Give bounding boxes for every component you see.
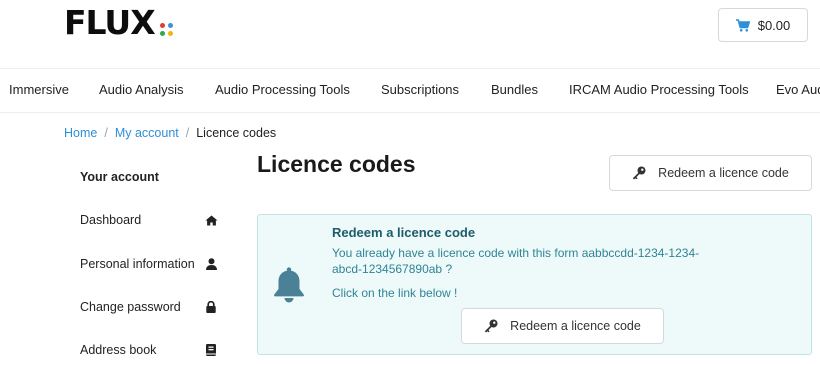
address-book-icon (204, 343, 218, 357)
redeem-info-alert: Redeem a licence code You already have a… (257, 214, 812, 355)
sidebar-item-label: Change password (80, 300, 181, 314)
sidebar-item-label: Address book (80, 343, 157, 357)
nav-item-audio-analysis[interactable]: Audio Analysis (99, 68, 184, 112)
redeem-button-label: Redeem a licence code (658, 166, 789, 180)
sidebar-item-personal-information[interactable]: Personal information (80, 254, 220, 274)
logo-dots (159, 23, 173, 36)
breadcrumb-current: Licence codes (196, 126, 277, 140)
cart-button[interactable]: $0.00 (718, 8, 808, 42)
page-title: Licence codes (257, 151, 416, 177)
nav-item-ircam-tools[interactable]: IRCAM Audio Processing Tools (569, 68, 749, 112)
sidebar-item-address-book[interactable]: Address book (80, 340, 220, 360)
logo-dot-blue (167, 23, 173, 28)
alert-redeem-button-label: Redeem a licence code (510, 319, 641, 333)
alert-instruction: Click on the link below ! (332, 286, 458, 300)
cart-total: $0.00 (757, 17, 791, 33)
breadcrumb-separator: / (185, 126, 190, 140)
alert-title: Redeem a licence code (332, 225, 476, 240)
redeem-licence-code-button[interactable]: Redeem a licence code (609, 155, 812, 191)
breadcrumb-home[interactable]: Home (64, 126, 97, 140)
main-nav: Immersive Audio Analysis Audio Processin… (0, 68, 820, 113)
home-icon (204, 213, 218, 227)
alert-message: You already have a licence code with thi… (332, 246, 700, 276)
sidebar-item-dashboard[interactable]: Dashboard (80, 210, 220, 230)
lock-icon (204, 300, 218, 314)
key-icon (484, 319, 498, 333)
logo-dot-red (159, 23, 165, 28)
breadcrumb-my-account[interactable]: My account (115, 126, 179, 140)
brand-name: FLUX (64, 3, 156, 42)
nav-item-immersive[interactable]: Immersive (9, 68, 69, 112)
sidebar-item-label: Personal information (80, 257, 195, 271)
logo-dot-yellow (167, 31, 173, 36)
site-header: FLUX $0.00 (0, 0, 820, 69)
sidebar-title: Your account (80, 170, 159, 184)
alert-redeem-button[interactable]: Redeem a licence code (461, 308, 664, 344)
bell-icon (273, 267, 305, 308)
user-icon (204, 257, 218, 271)
nav-item-subscriptions[interactable]: Subscriptions (381, 68, 459, 112)
nav-item-bundles[interactable]: Bundles (491, 68, 538, 112)
brand-logo[interactable]: FLUX (64, 6, 173, 40)
nav-item-evo-audio[interactable]: Evo Aud (776, 68, 820, 112)
breadcrumb-separator: / (104, 126, 108, 140)
sidebar-item-change-password[interactable]: Change password (80, 297, 220, 317)
shopping-cart-icon (735, 18, 750, 32)
logo-dot-green (159, 31, 165, 36)
key-icon (632, 166, 646, 180)
breadcrumb: Home / My account / Licence codes (64, 126, 276, 140)
nav-item-audio-processing-tools[interactable]: Audio Processing Tools (215, 68, 350, 112)
sidebar-item-label: Dashboard (80, 213, 142, 227)
